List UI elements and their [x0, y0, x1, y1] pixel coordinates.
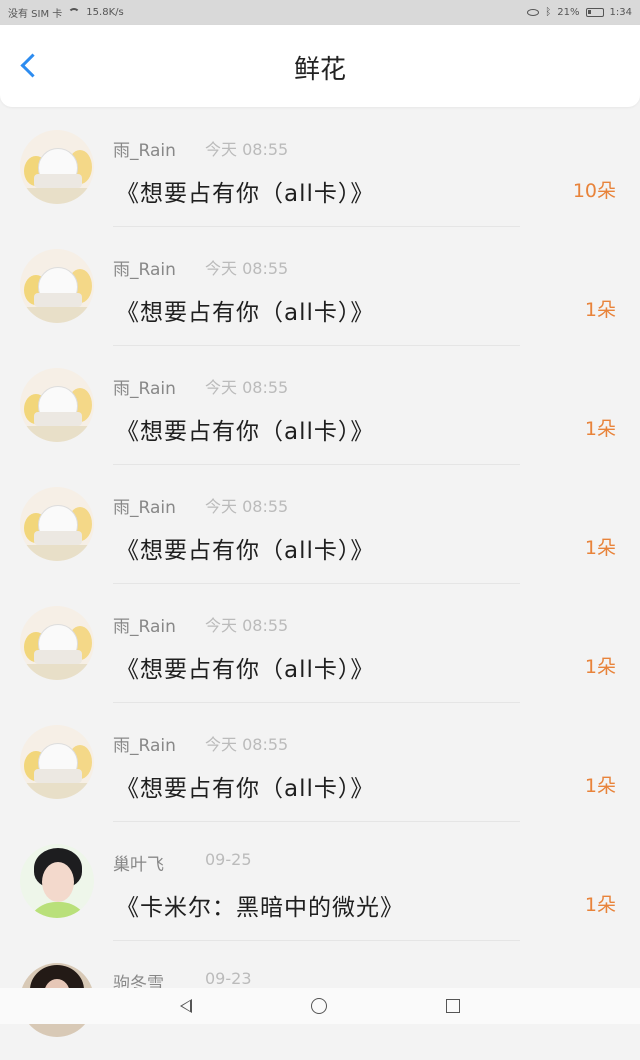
- list-item[interactable]: 雨_Rain 今天 08:55 《想要占有你（all卡）》 1朵: [0, 465, 640, 584]
- list-item[interactable]: 雨_Rain 今天 08:55 《想要占有你（all卡）》 1朵: [0, 703, 640, 822]
- network-speed: 15.8K/s: [86, 7, 124, 18]
- user-name[interactable]: 雨_Rain: [113, 136, 176, 161]
- user-name[interactable]: 雨_Rain: [113, 374, 176, 399]
- wifi-icon: [68, 8, 81, 17]
- user-name[interactable]: 巢叶飞: [113, 850, 164, 875]
- flower-count: 1朵: [584, 537, 616, 559]
- avatar[interactable]: [20, 487, 94, 561]
- list-item[interactable]: 雨_Rain 今天 08:55 《想要占有你（all卡）》 1朵: [0, 584, 640, 703]
- user-name[interactable]: 雨_Rain: [113, 612, 176, 637]
- clock: 1:34: [609, 7, 632, 18]
- status-bar: 没有 SIM 卡 15.8K/s ᛒ 21% 1:34: [0, 0, 640, 25]
- avatar[interactable]: [20, 844, 94, 918]
- battery-icon: [585, 8, 604, 17]
- list-item[interactable]: 雨_Rain 今天 08:55 《想要占有你（all卡）》 10朵: [0, 108, 640, 227]
- carrier-label: 没有 SIM 卡: [8, 9, 63, 20]
- timestamp: 今天 08:55: [205, 735, 289, 754]
- flower-count: 1朵: [584, 894, 616, 916]
- timestamp: 今天 08:55: [205, 378, 289, 397]
- nav-home-icon[interactable]: [310, 998, 327, 1014]
- system-nav-bar: [0, 988, 640, 1024]
- work-title[interactable]: 《想要占有你（all卡）》: [116, 650, 374, 684]
- avatar[interactable]: [20, 606, 94, 680]
- bluetooth-icon: ᛒ: [545, 7, 552, 18]
- timestamp: 09-25: [205, 850, 252, 869]
- flower-list: 雨_Rain 今天 08:55 《想要占有你（all卡）》 10朵 雨_Rain…: [0, 108, 640, 1060]
- list-item[interactable]: 雨_Rain 今天 08:55 《想要占有你（all卡）》 1朵: [0, 227, 640, 346]
- timestamp: 今天 08:55: [205, 259, 289, 278]
- avatar[interactable]: [20, 368, 94, 442]
- flower-count: 1朵: [584, 775, 616, 797]
- user-name[interactable]: 雨_Rain: [113, 731, 176, 756]
- avatar[interactable]: [20, 130, 94, 204]
- work-title[interactable]: 《卡米尔：黑暗中的微光》: [116, 888, 404, 922]
- flower-count: 1朵: [584, 418, 616, 440]
- page-title: 鲜花: [293, 55, 346, 85]
- nav-recents-icon[interactable]: [446, 999, 461, 1013]
- timestamp: 今天 08:55: [205, 616, 289, 635]
- list-item[interactable]: 巢叶飞 09-25 《卡米尔：黑暗中的微光》 1朵: [0, 822, 640, 941]
- work-title[interactable]: 《想要占有你（all卡）》: [116, 769, 374, 803]
- work-title[interactable]: 《想要占有你（all卡）》: [116, 412, 374, 446]
- work-title[interactable]: 《想要占有你（all卡）》: [116, 293, 374, 327]
- work-title[interactable]: 《想要占有你（all卡）》: [116, 174, 374, 208]
- battery-percent: 21%: [557, 7, 580, 18]
- flower-count: 1朵: [584, 299, 616, 321]
- avatar[interactable]: [20, 249, 94, 323]
- avatar[interactable]: [20, 725, 94, 799]
- app-header: 鲜花: [0, 25, 640, 107]
- timestamp: 09-23: [205, 969, 252, 988]
- timestamp: 今天 08:55: [205, 140, 289, 159]
- list-item[interactable]: 雨_Rain 今天 08:55 《想要占有你（all卡）》 1朵: [0, 346, 640, 465]
- flower-count: 1朵: [584, 656, 616, 678]
- flower-count: 10朵: [572, 180, 616, 202]
- timestamp: 今天 08:55: [205, 497, 289, 516]
- nav-back-icon[interactable]: [179, 999, 192, 1013]
- user-name[interactable]: 雨_Rain: [113, 255, 176, 280]
- user-name[interactable]: 雨_Rain: [113, 493, 176, 518]
- work-title[interactable]: 《想要占有你（all卡）》: [116, 531, 374, 565]
- eye-icon: [527, 9, 540, 16]
